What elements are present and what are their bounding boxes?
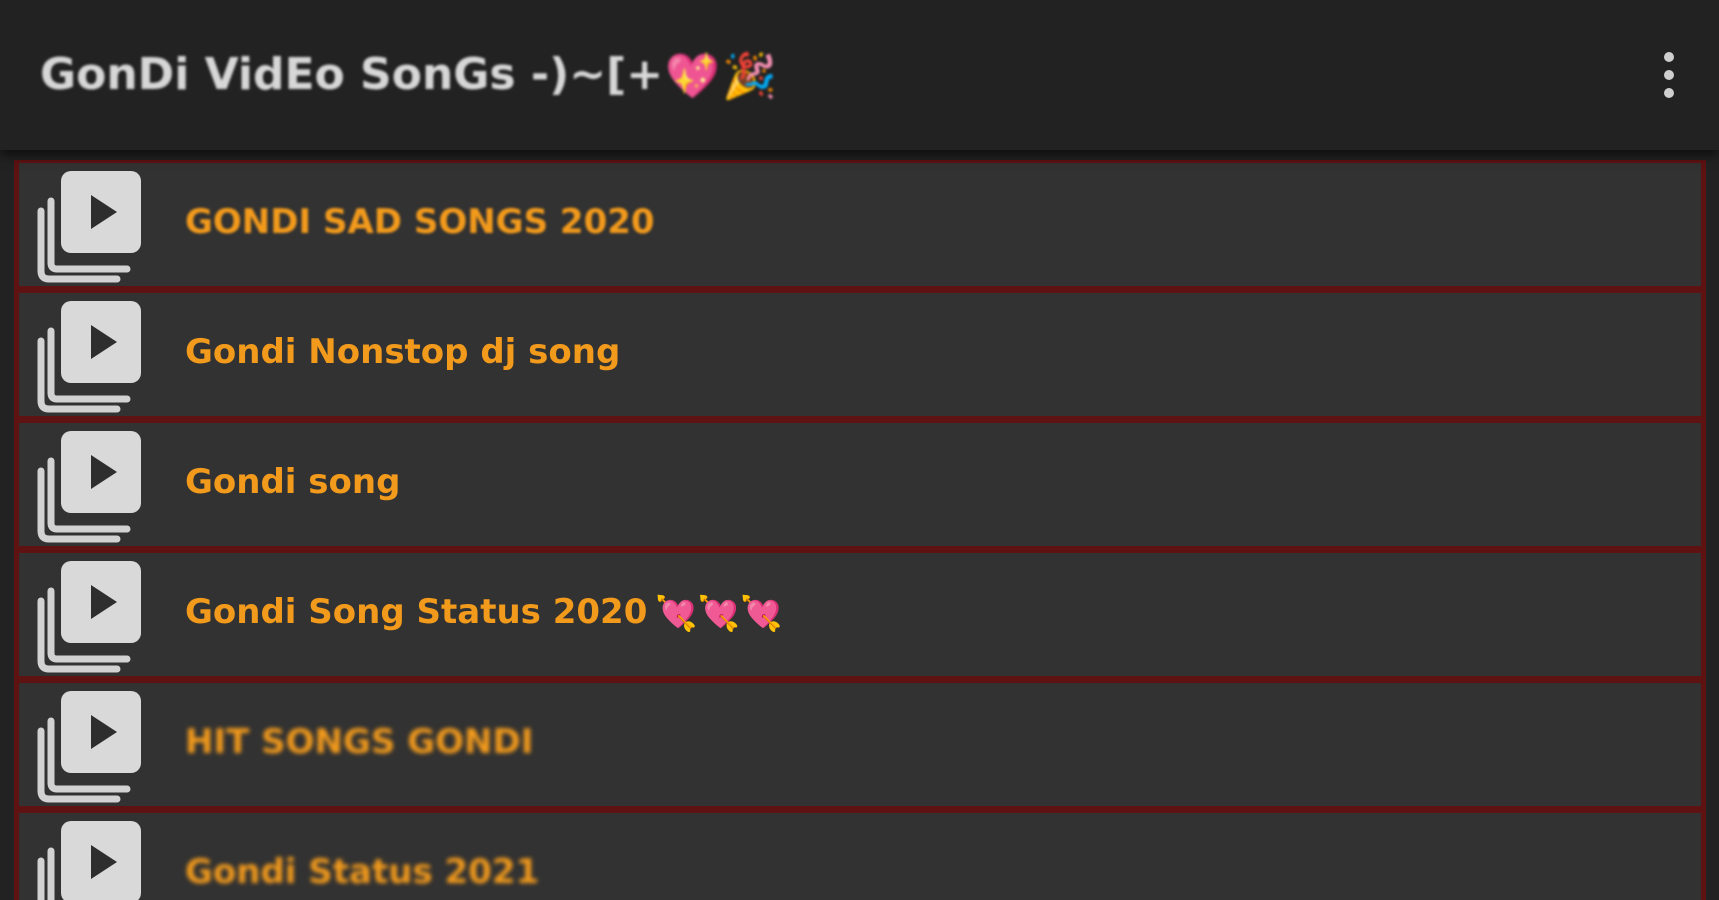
heart-arrow-emoji: 💘💘💘 bbox=[655, 593, 783, 634]
playlist-item[interactable]: GONDI SAD SONGS 2020 bbox=[14, 160, 1706, 290]
video-playlist-play-icon bbox=[37, 561, 167, 676]
playlist-item-title: Gondi Song Status 2020 💘💘💘 bbox=[185, 553, 782, 671]
playlist-item[interactable]: Gondi Nonstop dj song bbox=[14, 290, 1706, 420]
party-popper-emoji: 🎉 bbox=[721, 51, 777, 102]
playlist-item[interactable]: Gondi Status 2021 bbox=[14, 810, 1706, 900]
playlist-item-title: Gondi song bbox=[185, 462, 401, 502]
playlist-item[interactable]: HIT SONGS GONDI bbox=[14, 680, 1706, 810]
sparkling-heart-emoji: 💖 bbox=[665, 51, 720, 102]
app-bar: GonDi VidEo SonGs -)~[+💖🎉 bbox=[0, 0, 1719, 150]
video-playlist-play-icon bbox=[37, 691, 167, 806]
video-playlist-play-icon bbox=[37, 301, 167, 416]
playlist-item-title-text: Gondi Song Status 2020 bbox=[185, 592, 648, 632]
playlist-item-title: HIT SONGS GONDI bbox=[185, 722, 534, 762]
playlist-item[interactable]: Gondi Song Status 2020 💘💘💘 bbox=[14, 550, 1706, 680]
app-window: GonDi VidEo SonGs -)~[+💖🎉 GONDI SAD SONG… bbox=[0, 0, 1719, 900]
video-playlist-play-icon bbox=[37, 821, 167, 900]
video-playlist-play-icon bbox=[37, 171, 167, 286]
playlist-item[interactable]: Gondi song bbox=[14, 420, 1706, 550]
overflow-menu-button[interactable] bbox=[1649, 44, 1689, 106]
overflow-menu-icon-dot bbox=[1664, 70, 1674, 80]
playlist-item-title: GONDI SAD SONGS 2020 bbox=[185, 202, 655, 242]
playlist-item-title: Gondi Status 2021 bbox=[185, 852, 540, 892]
video-playlist-play-icon bbox=[37, 431, 167, 546]
app-title: GonDi VidEo SonGs -)~[+💖🎉 bbox=[40, 40, 777, 110]
app-title-text: GonDi VidEo SonGs -)~[+ bbox=[40, 49, 664, 100]
playlist-item-title: Gondi Nonstop dj song bbox=[185, 332, 621, 372]
overflow-menu-icon bbox=[1664, 52, 1674, 62]
playlist-list[interactable]: GONDI SAD SONGS 2020 Gondi Nonstop dj so… bbox=[14, 160, 1706, 900]
overflow-menu-icon-dot bbox=[1664, 88, 1674, 98]
